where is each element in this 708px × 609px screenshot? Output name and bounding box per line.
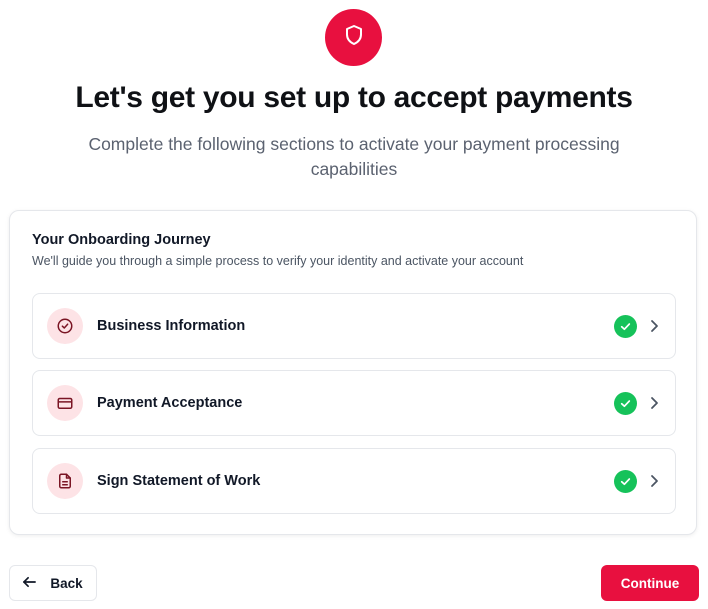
status-complete-icon (614, 315, 637, 338)
back-label: Back (50, 575, 83, 591)
continue-button[interactable]: Continue (601, 565, 699, 601)
credit-card-icon (47, 385, 83, 421)
page-title: Let's get you set up to accept payments (75, 81, 633, 114)
step-label: Business Information (97, 318, 246, 334)
page-subtitle: Complete the following sections to activ… (88, 134, 620, 179)
chevron-right-icon (647, 473, 661, 489)
onboarding-page: Let's get you set up to accept payments … (0, 0, 708, 609)
status-complete-icon (614, 470, 637, 493)
step-payment-acceptance[interactable]: Payment Acceptance (32, 370, 676, 436)
journey-description: We'll guide you through a simple process… (32, 254, 524, 268)
shield-badge (325, 9, 382, 66)
journey-title: Your Onboarding Journey (32, 232, 211, 248)
status-complete-icon (614, 392, 637, 415)
chevron-right-icon (647, 395, 661, 411)
onboarding-journey-card: Your Onboarding Journey We'll guide you … (9, 210, 697, 535)
document-icon (47, 463, 83, 499)
chevron-right-icon (647, 318, 661, 334)
step-sign-statement-of-work[interactable]: Sign Statement of Work (32, 448, 676, 514)
arrow-left-icon (23, 576, 37, 591)
check-circle-icon (47, 308, 83, 344)
step-business-information[interactable]: Business Information (32, 293, 676, 359)
back-button[interactable]: Back (9, 565, 97, 601)
step-label: Payment Acceptance (97, 395, 243, 411)
step-label: Sign Statement of Work (97, 473, 261, 489)
shield-icon (342, 23, 366, 52)
